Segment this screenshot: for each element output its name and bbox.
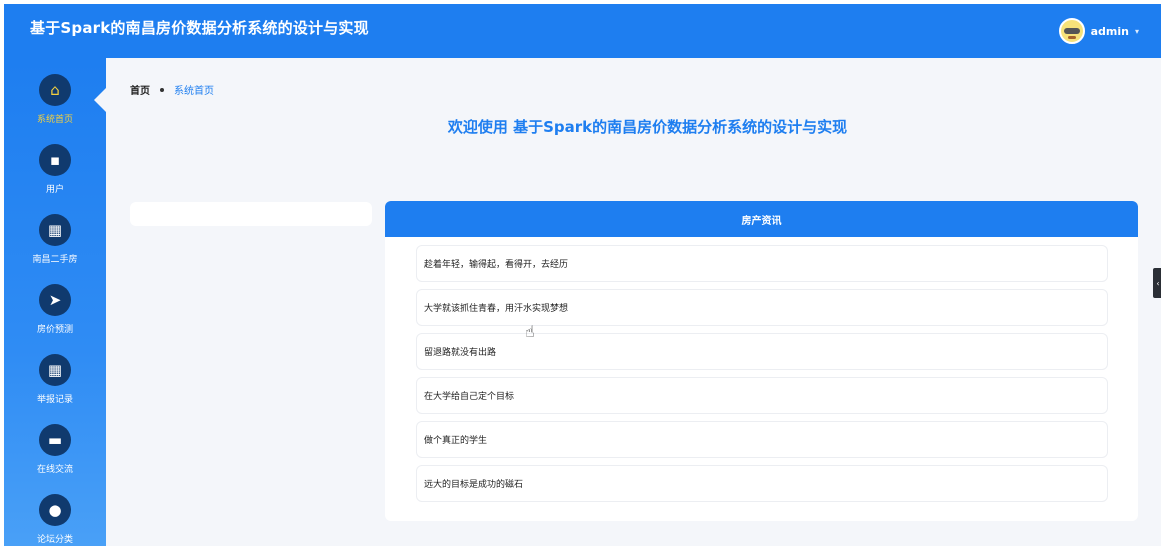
user-menu[interactable]: admin ▾ <box>1058 17 1139 45</box>
news-item[interactable]: 大学就该抓住青春，用汗水实现梦想 <box>416 289 1108 326</box>
chevron-down-icon[interactable]: ▾ <box>1135 27 1139 36</box>
news-item[interactable]: 趁着年轻，输得起，看得开，去经历 <box>416 245 1108 282</box>
bulb-icon: ● <box>39 494 71 526</box>
app-frame: 基于Spark的南昌房价数据分析系统的设计与实现 admin ▾ ⌂ 系统首页 … <box>4 4 1161 546</box>
username[interactable]: admin <box>1091 25 1129 38</box>
briefcase-icon: ▬ <box>39 424 71 456</box>
sidebar-item-label: 系统首页 <box>36 115 73 125</box>
grid-icon: ▦ <box>39 214 71 246</box>
sidebar-item-forum-categories[interactable]: ● 论坛分类 <box>4 494 106 546</box>
left-panel <box>130 202 372 226</box>
welcome-heading: 欢迎使用 基于Spark的南昌房价数据分析系统的设计与实现 <box>447 118 848 136</box>
chat-icon: ▪ <box>39 144 71 176</box>
sidebar-item-label: 用户 <box>45 185 64 195</box>
news-item[interactable]: 留退路就没有出路 <box>416 333 1108 370</box>
news-item[interactable]: 在大学给自己定个目标 <box>416 377 1108 414</box>
active-indicator <box>94 88 106 112</box>
chevron-left-icon: ‹ <box>1156 278 1160 288</box>
breadcrumb: 首页 系统首页 <box>130 82 214 97</box>
sidebar-item-label: 举报记录 <box>36 395 73 405</box>
news-list: 趁着年轻，输得起，看得开，去经历 大学就该抓住青春，用汗水实现梦想 留退路就没有… <box>416 245 1108 509</box>
collapse-tab[interactable]: ‹ <box>1153 268 1161 298</box>
paper-plane-icon: ➤ <box>39 284 71 316</box>
grid-icon: ▦ <box>39 354 71 386</box>
breadcrumb-separator <box>160 87 164 92</box>
news-item[interactable]: 做个真正的学生 <box>416 421 1108 458</box>
sidebar-item-online-chat[interactable]: ▬ 在线交流 <box>4 424 106 484</box>
sidebar-item-price-prediction[interactable]: ➤ 房价预测 <box>4 284 106 344</box>
sidebar: ⌂ 系统首页 ▪ 用户 ▦ 南昌二手房 ➤ 房价预测 ▦ 举报记录 ▬ 在线交流… <box>4 58 106 546</box>
hand-pointer-icon: ☝ <box>525 322 535 341</box>
sidebar-item-label: 论坛分类 <box>36 535 73 545</box>
news-item[interactable]: 远大的目标是成功的磁石 <box>416 465 1108 502</box>
sidebar-item-label: 南昌二手房 <box>32 255 78 265</box>
sidebar-item-report-records[interactable]: ▦ 举报记录 <box>4 354 106 414</box>
sidebar-item-label: 房价预测 <box>36 325 73 335</box>
news-panel-title: 房产资讯 <box>385 201 1138 237</box>
home-icon: ⌂ <box>39 74 71 106</box>
avatar[interactable] <box>1058 18 1085 44</box>
sidebar-item-secondhand-houses[interactable]: ▦ 南昌二手房 <box>4 214 106 274</box>
top-header: 基于Spark的南昌房价数据分析系统的设计与实现 admin ▾ <box>4 4 1161 58</box>
breadcrumb-home[interactable]: 首页 <box>130 82 150 97</box>
sidebar-item-label: 在线交流 <box>36 465 73 475</box>
news-panel: 房产资讯 趁着年轻，输得起，看得开，去经历 大学就该抓住青春，用汗水实现梦想 留… <box>385 201 1138 521</box>
sidebar-item-users[interactable]: ▪ 用户 <box>4 144 106 204</box>
breadcrumb-current[interactable]: 系统首页 <box>174 82 214 97</box>
app-title: 基于Spark的南昌房价数据分析系统的设计与实现 <box>30 19 369 37</box>
sidebar-item-home[interactable]: ⌂ 系统首页 <box>4 74 106 134</box>
